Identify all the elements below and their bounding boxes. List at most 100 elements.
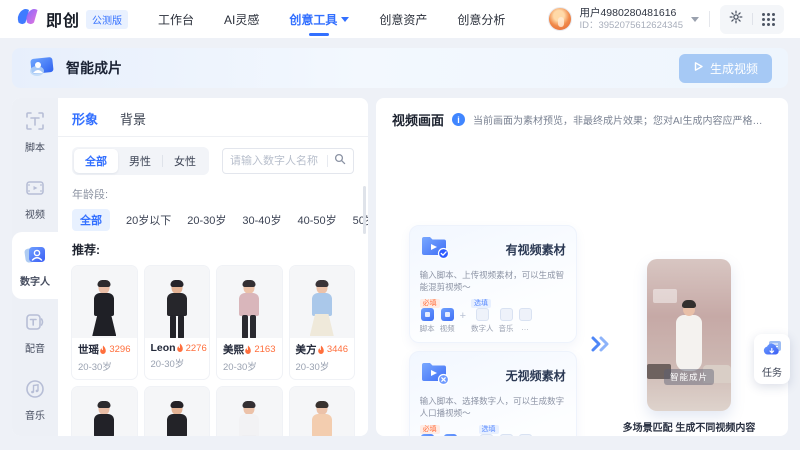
apps-grid-icon[interactable]	[762, 13, 775, 26]
divider	[752, 13, 753, 25]
sample-video-caption: 多场景匹配 生成不同视频内容	[623, 419, 756, 434]
digital-human-photo	[217, 266, 282, 338]
mode-title: 无视频素材	[506, 367, 566, 384]
digital-human-card[interactable]: 宁烟 2903 20-30岁	[290, 387, 355, 436]
search-icon[interactable]	[334, 152, 346, 170]
sidebar-item-dubbing[interactable]: 配音	[12, 299, 58, 366]
music-icon	[24, 378, 46, 403]
digital-human-icon	[23, 244, 47, 269]
presenter-body	[676, 315, 702, 371]
sample-video-preview: 智能成片	[647, 259, 731, 411]
video-chip-icon	[441, 308, 454, 321]
app-title: 即创	[46, 7, 80, 31]
video-icon	[24, 177, 46, 202]
beta-badge: 公测版	[86, 10, 128, 29]
mode-card-no-footage[interactable]: 无视频素材 输入脚本、选择数字人，可以生成数字人口播视频～ 必填 脚本 数字人 …	[409, 351, 577, 436]
mode-title: 有视频素材	[506, 241, 566, 258]
age-tag: 20-30岁	[72, 357, 137, 379]
nav-item-creative-tools[interactable]: 创意工具	[289, 0, 349, 38]
filter-row: 全部 男性 女性	[72, 147, 354, 175]
sidebar-item-digital-human[interactable]: 数字人	[12, 232, 58, 299]
script-chip-icon	[421, 434, 434, 436]
avatar[interactable]	[548, 7, 572, 31]
top-navbar: 即创 公测版 工作台 AI灵感 创意工具 创意资产 创意分析 用户4980280…	[0, 0, 800, 38]
age-tag: 20-30岁	[290, 357, 355, 379]
digital-human-card[interactable]: 美方 3446 20-30岁	[290, 266, 355, 379]
search-box	[222, 148, 354, 174]
digital-human-name: Leon	[151, 342, 176, 354]
popularity-count: 3446	[317, 344, 348, 355]
gender-filter-male[interactable]: 男性	[118, 149, 162, 173]
search-input[interactable]	[230, 155, 323, 167]
age-filter-30-40[interactable]: 30-40岁	[242, 209, 281, 231]
task-float-button[interactable]: 任务	[754, 334, 790, 384]
nav-item-ai-inspiration[interactable]: AI灵感	[224, 0, 259, 38]
presenter-hair	[682, 300, 696, 308]
generate-video-button[interactable]: 生成视频	[679, 54, 772, 83]
preview-title: 视频画面	[392, 110, 444, 129]
scrollbar-thumb[interactable]	[363, 186, 366, 234]
sidebar-item-music[interactable]: 音乐	[12, 366, 58, 433]
age-tag: 20-30岁	[217, 357, 282, 379]
digital-human-card[interactable]: 美蔓 4475 20-30岁	[217, 387, 282, 436]
digital-human-card[interactable]: Leon 2276 20-30岁	[145, 266, 210, 379]
divider	[709, 11, 710, 27]
workspace-panel: 脚本 视频	[12, 98, 368, 436]
folder-play-check-icon	[420, 234, 450, 265]
recommend-label: 推荐:	[72, 241, 354, 258]
mode-description: 输入脚本、上传视频素材，可以生成智能混剪视频～	[420, 270, 566, 294]
script-icon	[24, 110, 46, 135]
digital-human-card[interactable]: 美熙 2163 20-30岁	[217, 266, 282, 379]
music-chip-icon	[480, 434, 493, 436]
age-filter-under20[interactable]: 20岁以下	[126, 209, 171, 231]
plus-icon: +	[460, 310, 466, 322]
age-filter-20-30[interactable]: 20-30岁	[187, 209, 226, 231]
quick-icons	[720, 5, 784, 34]
library-tabs: 形象 背景	[72, 109, 354, 136]
gender-filter-all[interactable]: 全部	[74, 149, 118, 173]
nav-item-creative-assets[interactable]: 创意资产	[379, 0, 427, 38]
mode-inputs: 必填 脚本 视频 + 选填 数字人 音乐 …	[420, 299, 566, 334]
digital-human-card[interactable]: 世菲 7304 20-30岁	[72, 387, 137, 436]
popularity-count: 2276	[176, 343, 207, 354]
mode-card-with-footage[interactable]: 有视频素材 输入脚本、上传视频素材，可以生成智能混剪视频～ 必填 脚本 视频 +…	[409, 225, 577, 343]
info-icon[interactable]: i	[452, 113, 465, 126]
popularity-count: 3296	[99, 344, 130, 355]
digital-human-name: 美方	[296, 342, 317, 357]
digital-human-card[interactable]: 世瑶 3296 20-30岁	[72, 266, 137, 379]
age-filter-all[interactable]: 全部	[72, 209, 110, 231]
dubbing-icon	[24, 311, 46, 336]
divider	[58, 136, 368, 137]
sidebar-item-video[interactable]: 视频	[12, 165, 58, 232]
user-id: ID：3952075612624345	[579, 20, 683, 32]
user-menu-chevron-icon[interactable]	[691, 17, 699, 22]
chevron-down-icon	[341, 17, 349, 22]
smart-film-icon	[28, 53, 56, 84]
gender-filter-female[interactable]: 女性	[163, 149, 207, 173]
tab-background[interactable]: 背景	[120, 109, 146, 136]
app-logo[interactable]: 即创	[16, 7, 80, 32]
nav-item-workbench[interactable]: 工作台	[158, 0, 194, 38]
tab-appearance[interactable]: 形象	[72, 109, 98, 136]
double-chevron-right-icon	[589, 333, 611, 360]
script-chip-icon	[421, 308, 434, 321]
more-chip-icon	[519, 434, 532, 436]
left-sidebar: 脚本 视频	[12, 98, 58, 436]
settings-gear-icon[interactable]	[729, 10, 743, 29]
logo-mark-icon	[16, 7, 40, 32]
sidebar-item-script[interactable]: 脚本	[12, 98, 58, 165]
digital-human-chip-icon	[444, 434, 457, 436]
flame-icon	[99, 345, 107, 355]
age-filter-40-50[interactable]: 40-50岁	[298, 209, 337, 231]
folder-play-cross-icon	[420, 360, 450, 391]
sample-video-column: 智能成片 多场景匹配 生成不同视频内容	[623, 259, 756, 434]
video-watermark: 智能成片	[664, 369, 714, 385]
divider	[327, 155, 328, 167]
user-name: 用户4980280481616	[579, 7, 683, 20]
age-filter-label: 年龄段:	[72, 186, 354, 202]
mode-description: 输入脚本、选择数字人，可以生成数字人口播视频～	[420, 396, 566, 420]
nav-item-creative-analysis[interactable]: 创意分析	[457, 0, 505, 38]
digital-human-photo	[145, 266, 210, 338]
main-nav: 工作台 AI灵感 创意工具 创意资产 创意分析	[158, 0, 505, 38]
digital-human-card[interactable]: 才吉 2322 20-30岁	[145, 387, 210, 436]
